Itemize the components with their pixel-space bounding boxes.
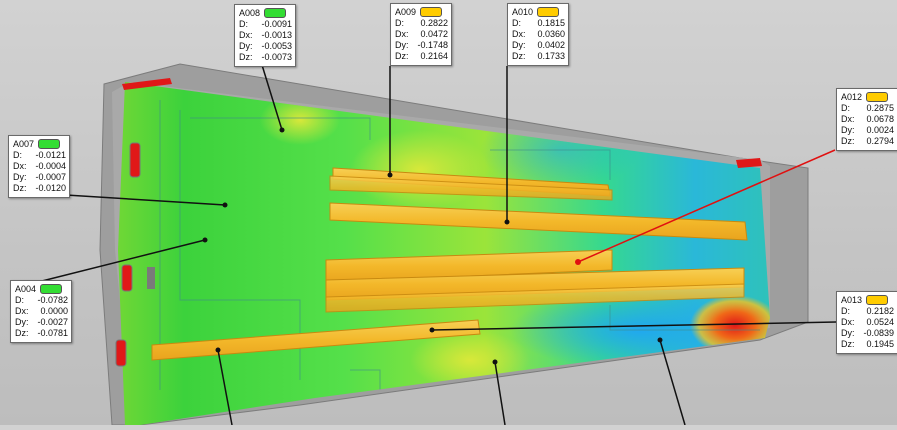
- metric-label: D:: [239, 19, 248, 29]
- metric-value: -0.0073: [261, 52, 292, 62]
- status-chip-pass: [264, 8, 287, 18]
- status-chip-warn: [866, 92, 889, 102]
- callout-a012[interactable]: A012 D: 0.2875 Dx: 0.0678 Dy: 0.0024 Dz: 0.2…: [836, 88, 897, 151]
- metric-value: -0.0027: [37, 317, 68, 327]
- callout-a009[interactable]: A009 D: 0.2822 Dx: 0.0472 Dy: -0.1748 Dz: 0.…: [390, 3, 452, 66]
- metric-label: Dy:: [841, 328, 855, 338]
- metric-value: 0.0402: [537, 40, 565, 50]
- metric-value: -0.0121: [35, 150, 66, 160]
- metric-label: Dy:: [395, 40, 409, 50]
- metric-label: Dy:: [15, 317, 29, 327]
- metric-label: D:: [15, 295, 24, 305]
- metric-value: -0.0781: [37, 328, 68, 338]
- metric-value: 0.1945: [866, 339, 894, 349]
- metric-value: 0.2182: [866, 306, 894, 316]
- metric-value: 0.0472: [420, 29, 448, 39]
- metric-label: Dz:: [841, 339, 855, 349]
- 3d-viewport[interactable]: A008 D: -0.0091 Dx: -0.0013 Dy: -0.0053 Dz:…: [0, 0, 897, 426]
- callout-a004[interactable]: A004 D: -0.0782 Dx: 0.0000 Dy: -0.0027 Dz: -…: [10, 280, 72, 343]
- metric-label: Dz:: [15, 328, 29, 338]
- status-chip-pass: [40, 284, 63, 294]
- metric-label: Dz:: [13, 183, 27, 193]
- metric-label: Dz:: [395, 51, 409, 61]
- callout-id: A010: [512, 6, 534, 17]
- status-chip-warn: [420, 7, 443, 17]
- metric-label: D:: [841, 103, 850, 113]
- callout-a007[interactable]: A007 D: -0.0121 Dx: -0.0004 Dy: -0.0007 Dz:…: [8, 135, 70, 198]
- metric-value: -0.0120: [35, 183, 66, 193]
- status-chip-pass: [38, 139, 61, 149]
- metric-value: -0.0782: [37, 295, 68, 305]
- metric-label: Dz:: [239, 52, 253, 62]
- metric-value: -0.0013: [261, 30, 292, 40]
- metric-value: -0.1748: [417, 40, 448, 50]
- callout-a008[interactable]: A008 D: -0.0091 Dx: -0.0013 Dy: -0.0053 Dz:…: [234, 4, 296, 67]
- callout-id: A008: [239, 7, 261, 18]
- metric-value: -0.0839: [863, 328, 894, 338]
- metric-label: D:: [13, 150, 22, 160]
- callout-id: A004: [15, 283, 37, 294]
- metric-label: D:: [395, 18, 404, 28]
- metric-label: D:: [512, 18, 521, 28]
- metric-label: Dy:: [512, 40, 526, 50]
- metric-value: -0.0007: [35, 172, 66, 182]
- metric-value: 0.2794: [866, 136, 894, 146]
- metric-value: -0.0004: [35, 161, 66, 171]
- metric-label: Dz:: [512, 51, 526, 61]
- callout-id: A013: [841, 294, 863, 305]
- metric-value: 0.2875: [866, 103, 894, 113]
- metric-value: 0.0024: [866, 125, 894, 135]
- metric-label: Dx:: [841, 114, 855, 124]
- metric-value: 0.2822: [420, 18, 448, 28]
- metric-value: -0.0091: [261, 19, 292, 29]
- metric-value: 0.1815: [537, 18, 565, 28]
- metric-label: Dx:: [512, 29, 526, 39]
- metric-value: 0.2164: [420, 51, 448, 61]
- callout-id: A009: [395, 6, 417, 17]
- status-chip-warn: [866, 295, 889, 305]
- callout-id: A012: [841, 91, 863, 102]
- metric-label: D:: [841, 306, 850, 316]
- metric-label: Dx:: [239, 30, 253, 40]
- metric-label: Dy:: [239, 41, 253, 51]
- callout-id: A007: [13, 138, 35, 149]
- status-chip-warn: [537, 7, 560, 17]
- metric-label: Dy:: [13, 172, 27, 182]
- metric-label: Dx:: [841, 317, 855, 327]
- metric-label: Dx:: [395, 29, 409, 39]
- metric-label: Dx:: [15, 306, 29, 316]
- metric-value: 0.1733: [537, 51, 565, 61]
- metric-value: 0.0360: [537, 29, 565, 39]
- metric-value: 0.0000: [40, 306, 68, 316]
- metric-label: Dy:: [841, 125, 855, 135]
- metric-label: Dx:: [13, 161, 27, 171]
- callout-a013[interactable]: A013 D: 0.2182 Dx: 0.0524 Dy: -0.0839 Dz: 0.…: [836, 291, 897, 354]
- callout-a010[interactable]: A010 D: 0.1815 Dx: 0.0360 Dy: 0.0402 Dz: 0.1…: [507, 3, 569, 66]
- metric-value: 0.0678: [866, 114, 894, 124]
- metric-value: -0.0053: [261, 41, 292, 51]
- metric-label: Dz:: [841, 136, 855, 146]
- metric-value: 0.0524: [866, 317, 894, 327]
